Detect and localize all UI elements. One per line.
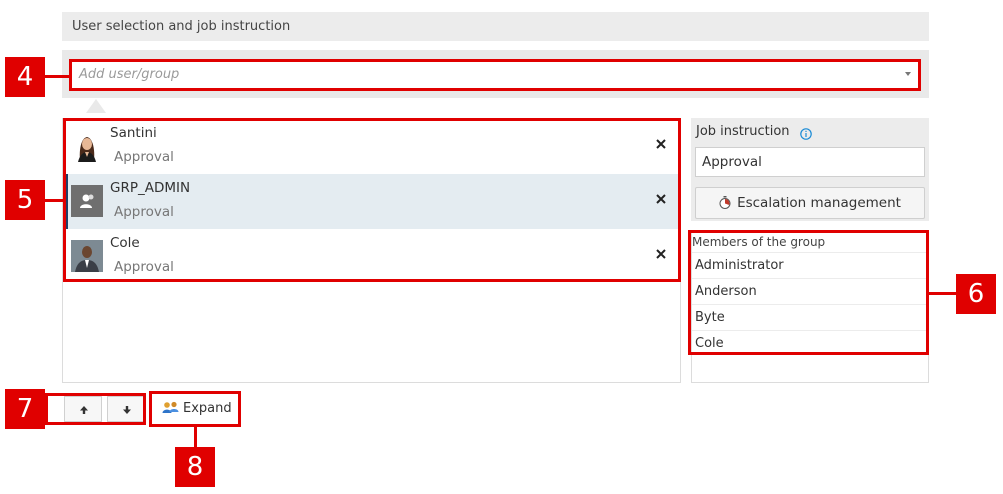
callout-highlight [63, 118, 681, 282]
callout-highlight [149, 391, 241, 427]
escalation-management-label: Escalation management [737, 195, 901, 211]
job-instruction-label: Job instruction [696, 124, 790, 139]
section-title: User selection and job instruction [62, 12, 929, 41]
job-instruction-input[interactable]: Approval [695, 147, 925, 177]
escalation-management-button[interactable]: Escalation management [695, 187, 925, 219]
callout-highlight [688, 230, 929, 355]
stopwatch-icon [719, 190, 731, 209]
callout-label: 8 [175, 447, 215, 487]
callout-connector [45, 199, 63, 202]
callout-connector [929, 292, 956, 295]
callout-label: 4 [5, 57, 45, 97]
callout-highlight [45, 393, 146, 425]
callout-label: 5 [5, 180, 45, 220]
pointer-arrow [86, 99, 106, 113]
callout-label: 6 [956, 274, 996, 314]
callout-connector [194, 427, 197, 447]
callout-connector [45, 75, 69, 78]
callout-label: 7 [5, 389, 45, 429]
callout-highlight [69, 59, 921, 91]
info-icon[interactable] [800, 125, 812, 140]
